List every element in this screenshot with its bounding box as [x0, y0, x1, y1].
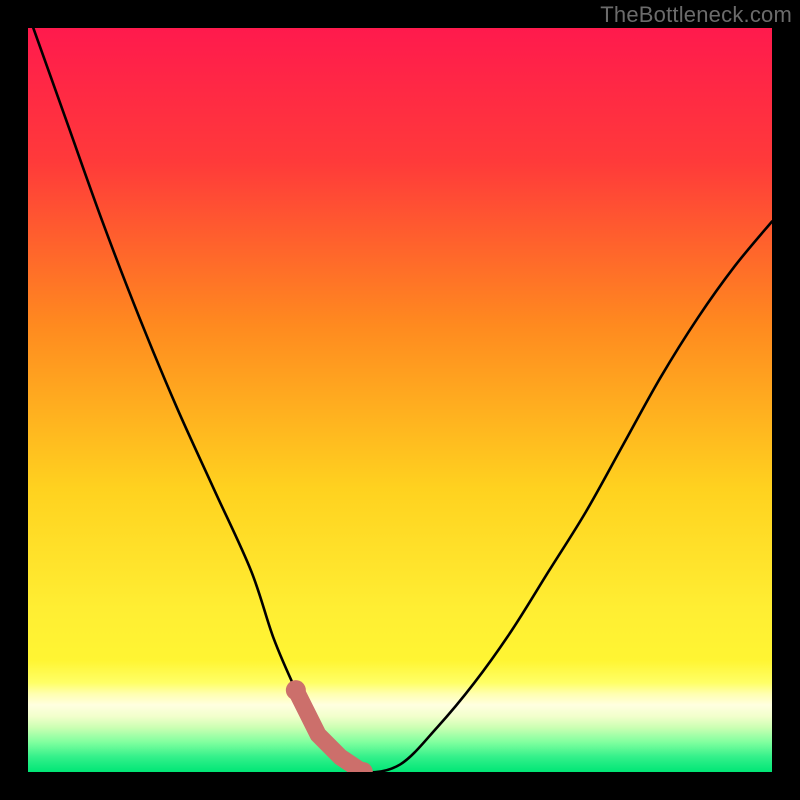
chart-plot-area — [28, 28, 772, 772]
watermark-text: TheBottleneck.com — [600, 2, 792, 28]
marker-dot-left — [286, 680, 306, 700]
chart-frame: TheBottleneck.com — [0, 0, 800, 800]
chart-svg — [28, 28, 772, 772]
gradient-background — [28, 28, 772, 772]
